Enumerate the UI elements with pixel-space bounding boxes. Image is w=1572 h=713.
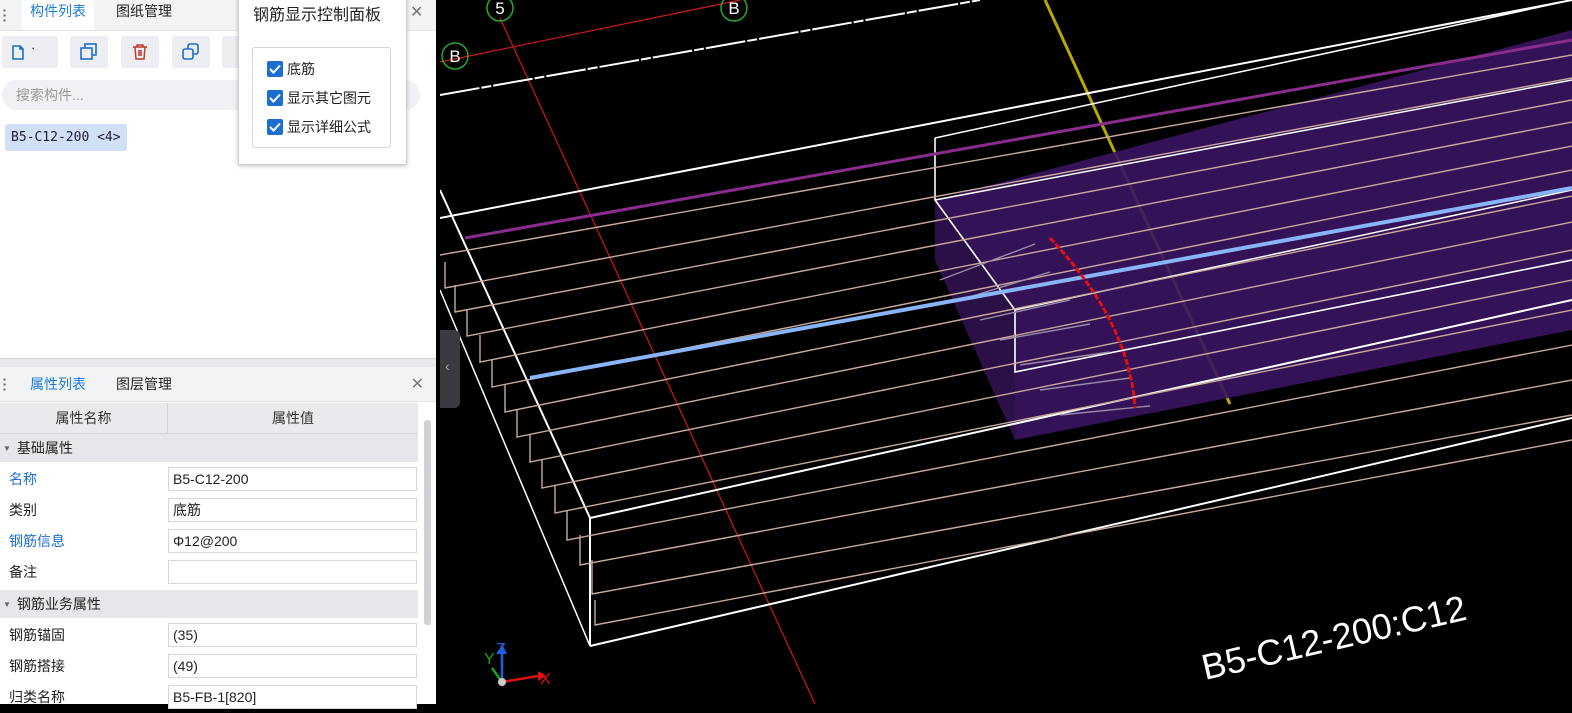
tab-layer-management[interactable]: 图层管理 [108, 369, 180, 399]
property-label: 钢筋锚固 [9, 627, 65, 643]
property-row: 备注 [0, 557, 418, 588]
property-row: 钢筋锚固 (35) [0, 620, 418, 651]
section-rebar-business-properties[interactable]: ▼ 钢筋业务属性 [0, 590, 418, 618]
property-label: 备注 [9, 564, 37, 580]
axis-z-label: Z [496, 641, 506, 658]
property-row: 类别 底筋 [0, 495, 418, 526]
property-value-field[interactable]: 底筋 [168, 498, 417, 522]
property-row: 钢筋信息 Φ12@200 [0, 526, 418, 557]
axis-label: B [449, 47, 460, 66]
component-item[interactable]: B5-C12-200 <4> [5, 124, 127, 151]
copy-button[interactable] [70, 36, 108, 68]
delete-button[interactable] [121, 36, 159, 68]
tab-component-list[interactable]: 构件列表 [22, 0, 94, 30]
property-row: 名称 B5-C12-200 [0, 464, 418, 495]
column-header-name: 属性名称 [55, 410, 112, 426]
axis-y-label: Y [484, 651, 495, 668]
options-group: 底筋 显示其它图元 显示详细公式 [252, 47, 391, 148]
property-row: 钢筋搭接 (49) [0, 651, 418, 682]
property-label: 钢筋信息 [9, 533, 65, 549]
collapse-arrow-icon[interactable]: ▼ [3, 591, 11, 619]
property-label: 归类名称 [9, 689, 65, 705]
checkbox-checked-icon[interactable] [267, 119, 283, 135]
copy-icon [80, 43, 97, 60]
tab-property-list[interactable]: 属性列表 [22, 369, 94, 401]
delete-icon [133, 44, 147, 60]
property-label: 类别 [9, 502, 37, 518]
copy-layer-icon [182, 43, 199, 60]
section-basic-properties[interactable]: ▼ 基础属性 [0, 434, 418, 462]
property-tab-bar: 属性列表 图层管理 ✕ [0, 367, 436, 402]
property-table-header: 属性名称 属性值 [0, 403, 418, 434]
collapse-panel-button[interactable]: ‹ [440, 330, 460, 408]
checkbox-checked-icon[interactable] [267, 61, 283, 77]
section-label: 基础属性 [16, 440, 73, 456]
property-value-field[interactable] [168, 560, 417, 584]
property-value-field[interactable]: Φ12@200 [168, 529, 417, 553]
property-value-field[interactable]: B5-FB-1[820] [168, 685, 417, 709]
column-header-value: 属性值 [272, 410, 314, 426]
property-value-field[interactable]: (35) [168, 623, 417, 647]
pane-divider[interactable] [0, 358, 436, 367]
new-component-button[interactable] [2, 36, 58, 68]
axis-x-label: X [540, 671, 551, 688]
drag-grip-icon[interactable] [3, 8, 6, 22]
property-row: 归类名称 B5-FB-1[820] [0, 682, 418, 713]
drag-grip-icon[interactable] [3, 377, 6, 391]
close-icon[interactable]: ✕ [410, 2, 423, 22]
close-icon[interactable]: ✕ [411, 374, 424, 394]
new-icon [12, 45, 34, 60]
checkbox-label: 显示其它图元 [287, 90, 371, 106]
property-label: 钢筋搭接 [9, 658, 65, 674]
checkbox-label: 显示详细公式 [287, 119, 371, 135]
chevron-left-icon: ‹ [445, 358, 450, 374]
checkbox-checked-icon[interactable] [267, 90, 283, 106]
copy-layer-button[interactable] [172, 36, 210, 68]
section-label: 钢筋业务属性 [16, 596, 101, 612]
panel-title: 钢筋显示控制面板 [253, 7, 382, 24]
scrollbar[interactable] [424, 420, 431, 625]
property-value-field[interactable]: B5-C12-200 [168, 467, 417, 491]
tab-drawing-management[interactable]: 图纸管理 [108, 0, 180, 30]
axis-label: B [728, 0, 739, 18]
rebar-display-control-panel: 钢筋显示控制面板 底筋 显示其它图元 显示详细公式 [238, 0, 407, 165]
property-label: 名称 [9, 471, 37, 487]
checkbox-label: 底筋 [287, 61, 315, 77]
axis-label: 5 [495, 0, 504, 18]
3d-viewport[interactable]: 5 B B B5-C12-200:C12 X Y Z [440, 0, 1572, 704]
collapse-arrow-icon[interactable]: ▼ [3, 435, 11, 463]
column-divider[interactable] [167, 403, 168, 433]
property-value-field[interactable]: (49) [168, 654, 417, 678]
